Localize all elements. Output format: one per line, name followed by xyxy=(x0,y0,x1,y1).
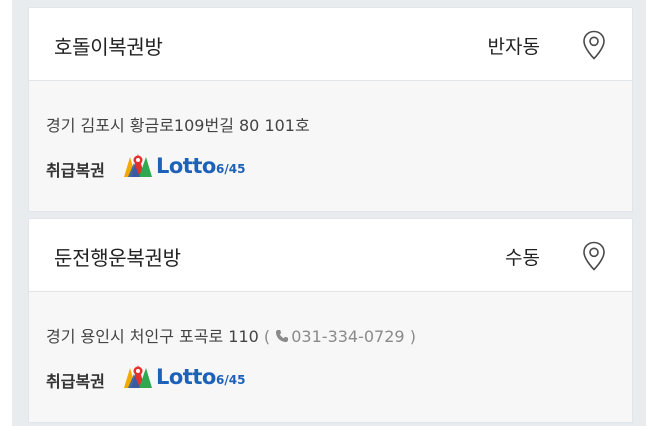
store-card: 호돌이복권방 반자동 경기 김포시 황금로109번길 80 101호 취급복권 xyxy=(29,8,632,211)
phone-link[interactable]: 031-334-0729 xyxy=(275,327,409,346)
store-name: 둔전행운복권방 xyxy=(54,246,181,270)
store-card-body: 경기 김포시 황금로109번길 80 101호 취급복권 Lotto 6/45 xyxy=(29,81,632,211)
store-address-line: 경기 용인시 처인구 포곡로 110 ( 031-334-0729 ) xyxy=(46,323,416,347)
lotto-logo-word: Lotto xyxy=(156,154,216,178)
product-label: 취급복권 xyxy=(46,161,105,180)
lotto-logo: Lotto 6/45 xyxy=(122,362,252,392)
lotto-mark-icon xyxy=(124,154,152,177)
store-address: 경기 용인시 처인구 포곡로 110 xyxy=(46,327,259,346)
store-dong: 수동 xyxy=(505,247,540,269)
store-address: 경기 김포시 황금로109번길 80 101호 xyxy=(46,116,310,135)
store-card-body: 경기 용인시 처인구 포곡로 110 ( 031-334-0729 ) 취급복권 xyxy=(29,292,632,422)
store-card: 둔전행운복권방 수동 경기 용인시 처인구 포곡로 110 ( 031-334-… xyxy=(29,219,632,422)
page: 호돌이복권방 반자동 경기 김포시 황금로109번길 80 101호 취급복권 xyxy=(0,0,658,426)
store-name: 호돌이복권방 xyxy=(54,35,163,59)
lotto-mark-icon xyxy=(124,365,152,388)
lotto-logo-sub: 6/45 xyxy=(216,373,246,387)
store-dong: 반자동 xyxy=(487,36,540,58)
product-label: 취급복권 xyxy=(46,372,105,391)
phone-paren-close: ) xyxy=(409,327,416,346)
store-list: 호돌이복권방 반자동 경기 김포시 황금로109번길 80 101호 취급복권 xyxy=(12,0,646,426)
store-address-line: 경기 김포시 황금로109번길 80 101호 xyxy=(46,112,310,136)
lotto-logo-word: Lotto xyxy=(156,365,216,389)
map-pin-icon[interactable] xyxy=(582,30,606,60)
phone-icon xyxy=(276,330,289,342)
phone-paren-open: ( xyxy=(263,327,271,346)
phone-number: 031-334-0729 xyxy=(291,327,405,346)
store-card-header: 둔전행운복권방 수동 xyxy=(29,219,632,292)
map-pin-icon[interactable] xyxy=(582,241,606,271)
store-card-header: 호돌이복권방 반자동 xyxy=(29,8,632,81)
lotto-logo-sub: 6/45 xyxy=(216,162,246,176)
lotto-logo: Lotto 6/45 xyxy=(122,151,252,181)
